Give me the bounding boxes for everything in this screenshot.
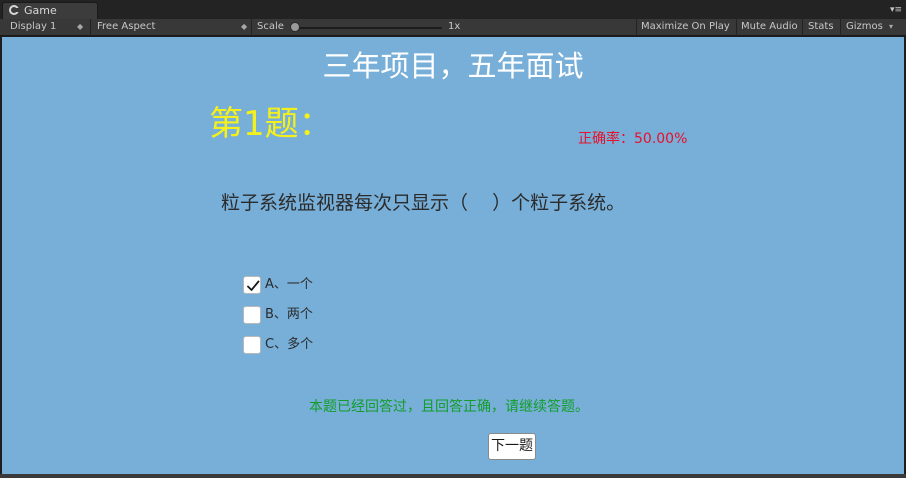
toolbar-divider [251,19,252,36]
unity-game-icon [9,5,19,15]
option-a-label: A、一个 [265,277,313,292]
toolbar-divider [636,19,637,36]
maximize-on-play-label: Maximize On Play [641,21,730,32]
accuracy-rate: 正确率：50.00% [578,131,688,147]
tab-bar: Game ▾≡ [0,0,906,19]
option-b-label: B、两个 [265,307,313,322]
scale-label-text: Scale [257,21,284,32]
tab-menu-icon[interactable]: ▾≡ [890,6,902,16]
scale-value: 1x [448,19,460,36]
toolbar-divider [90,19,91,36]
game-view: 三年项目，五年面试 第1题： 正确率：50.00% 粒子系统监视器每次只显示（ … [2,37,904,474]
gizmos-label: Gizmos [846,21,883,32]
toolbar-divider [736,19,737,36]
stats-toggle[interactable]: Stats [808,19,834,36]
next-question-button[interactable]: 下一题 [488,433,536,460]
aspect-dropdown-arrow-icon: ◆ [241,22,248,31]
display-dropdown[interactable]: Display 1 [10,19,56,36]
scale-label: Scale [257,19,284,36]
mute-audio-toggle[interactable]: Mute Audio [741,19,798,36]
question-text: 粒子系统监视器每次只显示（ ）个粒子系统。 [221,192,626,214]
tab-game[interactable]: Game [2,2,98,19]
scale-value-text: 1x [448,21,461,32]
question-number: 第1题： [209,104,333,144]
option-a-checkbox[interactable] [243,276,261,294]
aspect-dropdown[interactable]: Free Aspect [97,19,155,36]
option-c-checkbox[interactable] [243,336,261,354]
display-value: Display 1 [10,21,57,32]
page-title: 三年项目，五年面试 [322,49,584,83]
gizmos-dropdown-arrow-icon: ▾ [889,22,894,31]
game-toolbar: Display 1 ◆ Free Aspect ◆ Scale 1x Maxim… [0,19,906,36]
feedback-message: 本题已经回答过，且回答正确，请继续答题。 [309,399,589,415]
toolbar-divider [840,19,841,36]
scale-slider[interactable] [292,27,442,29]
tab-label: Game [24,4,57,17]
gizmos-dropdown[interactable]: Gizmos [846,19,883,36]
option-c-label: C、多个 [265,337,314,352]
maximize-on-play-toggle[interactable]: Maximize On Play [641,19,730,36]
checkmark-icon [247,280,260,291]
option-b-checkbox[interactable] [243,306,261,324]
scale-slider-thumb[interactable] [290,22,300,32]
stats-label: Stats [808,21,834,32]
toolbar-divider [802,19,803,36]
window-bottom-edge [0,474,906,478]
display-dropdown-arrow-icon: ◆ [77,22,84,31]
aspect-value: Free Aspect [97,21,156,32]
mute-audio-label: Mute Audio [741,21,798,32]
